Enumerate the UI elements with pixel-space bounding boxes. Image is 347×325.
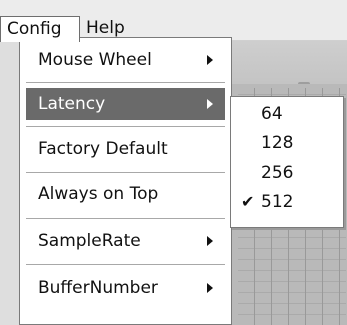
menu-separator [26, 126, 225, 128]
menubar-config[interactable]: Config [0, 16, 80, 42]
screen: Config Help Mouse Wheel Latency Factory … [0, 0, 347, 325]
menu-item-label: Mouse Wheel [38, 50, 152, 70]
menu-item-factory-default[interactable]: Factory Default [26, 133, 225, 165]
latency-submenu: 64 128 256 ✔ 512 [230, 96, 344, 228]
menu-separator [26, 218, 225, 220]
latency-option-label: 128 [261, 133, 294, 153]
menu-item-samplerate[interactable]: SampleRate [26, 225, 225, 257]
menu-separator [26, 82, 225, 84]
checkmark-icon: ✔ [241, 192, 255, 211]
menu-item-label: BufferNumber [38, 278, 158, 298]
latency-option-label: 512 [261, 192, 294, 212]
submenu-arrow-icon [207, 283, 213, 293]
menu-item-label: Latency [38, 94, 106, 114]
latency-option-label: 64 [261, 104, 283, 124]
menu-item-always-on-top[interactable]: Always on Top [26, 178, 225, 210]
menu-item-latency[interactable]: Latency [26, 88, 225, 120]
menu-item-label: SampleRate [38, 231, 141, 251]
latency-option-label: 256 [261, 163, 294, 183]
submenu-arrow-icon [207, 99, 213, 109]
menu-separator [26, 264, 225, 266]
menu-item-label: Always on Top [38, 184, 159, 204]
submenu-arrow-icon [207, 236, 213, 246]
menu-bar: Config Help [0, 0, 347, 42]
latency-option-64[interactable]: 64 [233, 101, 341, 127]
menu-item-mouse-wheel[interactable]: Mouse Wheel [26, 44, 225, 76]
app-toolbar-strip [232, 38, 347, 100]
config-menu: Mouse Wheel Latency Factory Default Alwa… [19, 37, 232, 325]
latency-option-512[interactable]: ✔ 512 [233, 189, 341, 215]
latency-option-128[interactable]: 128 [233, 130, 341, 156]
menu-separator [26, 172, 225, 174]
menu-item-label: Factory Default [38, 139, 168, 159]
menu-item-buffernumber[interactable]: BufferNumber [26, 272, 225, 304]
latency-option-256[interactable]: 256 [233, 160, 341, 186]
submenu-arrow-icon [207, 55, 213, 65]
